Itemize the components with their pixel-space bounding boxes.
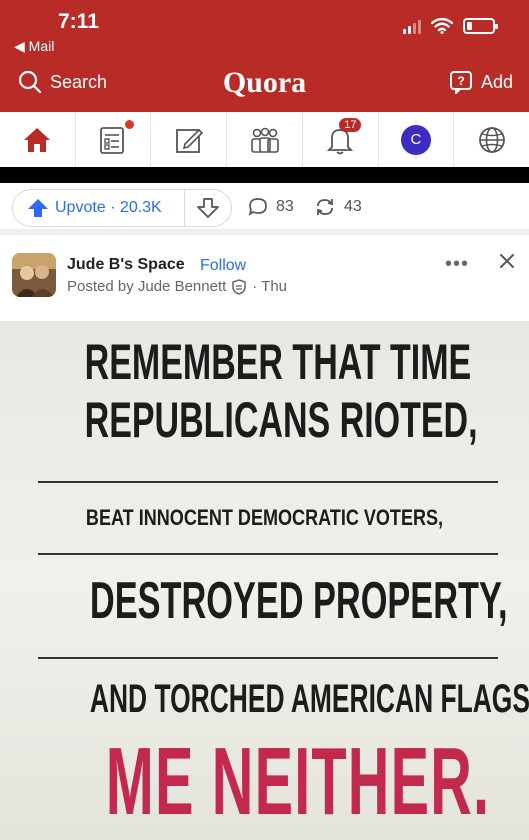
- share-count: 43: [344, 198, 362, 215]
- edit-icon: [175, 128, 203, 153]
- tab-spaces[interactable]: [227, 112, 303, 167]
- back-to-mail-link[interactable]: ◀ Mail: [14, 38, 54, 55]
- meme-line-2: REPUBLICANS RIOTED,: [84, 392, 478, 448]
- shield-icon: [232, 278, 247, 295]
- meme-line-1: REMEMBER THAT TIME: [84, 334, 472, 390]
- add-label: Add: [480, 71, 513, 92]
- upvote-button[interactable]: Upvote · 20.3K: [13, 190, 185, 226]
- meme-divider: [38, 657, 498, 659]
- space-name[interactable]: Jude B's Space: [67, 256, 185, 274]
- divider-bar: [0, 167, 529, 183]
- feed-icon: [100, 126, 124, 154]
- notification-badge: 17: [339, 118, 362, 132]
- meme-line-6: ME NEITHER.: [105, 728, 491, 835]
- upvote-label: Upvote · 20.3K: [55, 199, 162, 216]
- meme-line-3: BEAT INNOCENT DEMOCRATIC VOTERS,: [85, 505, 444, 530]
- add-question-icon: ?: [449, 71, 472, 94]
- tab-answer[interactable]: [151, 112, 228, 167]
- search-button[interactable]: Search: [18, 70, 107, 94]
- upvote-arrow-icon: [28, 199, 48, 217]
- app-header: 7:11 ◀ Mail Search Quora ? Add: [0, 0, 529, 112]
- meme-line-4: DESTROYED PROPERTY,: [89, 572, 508, 630]
- post-header: Jude B's Space Follow Posted by Jude Ben…: [0, 241, 529, 321]
- downvote-button[interactable]: [185, 198, 231, 218]
- status-time: 7:11: [58, 10, 99, 33]
- vote-pill: Upvote · 20.3K: [12, 189, 232, 227]
- battery-icon: [463, 18, 498, 34]
- previous-post-actions: Upvote · 20.3K 83 43: [0, 183, 529, 235]
- comment-icon: [248, 198, 267, 216]
- tab-profile[interactable]: C: [379, 112, 455, 167]
- avatar: C: [400, 124, 431, 155]
- search-icon: [18, 70, 42, 94]
- more-options-button[interactable]: •••: [445, 253, 469, 276]
- status-icons: [403, 18, 498, 34]
- svg-text:?: ?: [457, 74, 464, 88]
- meme-divider: [38, 481, 498, 483]
- signal-icon: [403, 18, 421, 34]
- tab-languages[interactable]: [454, 112, 529, 167]
- new-content-dot: [125, 120, 135, 129]
- people-icon: [250, 127, 279, 153]
- search-label: Search: [50, 71, 108, 92]
- meme-line-5: AND TORCHED AMERICAN FLAGS?: [89, 677, 529, 721]
- posted-by: Posted by Jude Bennett · Thu: [67, 278, 287, 295]
- globe-icon: [478, 126, 505, 153]
- meme-divider: [38, 553, 498, 555]
- tab-following[interactable]: [76, 112, 152, 167]
- post-time: · Thu: [252, 278, 288, 295]
- wifi-icon: [431, 18, 453, 34]
- tab-notifications[interactable]: 17: [303, 112, 379, 167]
- posted-by-text: Posted by Jude Bennett: [67, 278, 227, 295]
- home-icon: [24, 127, 51, 152]
- follow-button[interactable]: Follow: [200, 257, 246, 275]
- space-avatar[interactable]: [12, 253, 56, 297]
- quora-logo[interactable]: Quora: [223, 66, 306, 99]
- reshare-icon: [317, 199, 333, 215]
- share-button[interactable]: 43: [314, 197, 362, 217]
- post-image[interactable]: REMEMBER THAT TIME REPUBLICANS RIOTED, B…: [0, 321, 529, 840]
- add-question-button[interactable]: ? Add: [449, 70, 513, 94]
- close-icon[interactable]: [499, 253, 515, 269]
- comments-count: 83: [276, 198, 294, 215]
- comments-button[interactable]: 83: [248, 197, 294, 217]
- tab-home[interactable]: [0, 112, 76, 167]
- downvote-arrow-icon: [197, 198, 219, 218]
- tab-bar: 17 C: [0, 112, 529, 167]
